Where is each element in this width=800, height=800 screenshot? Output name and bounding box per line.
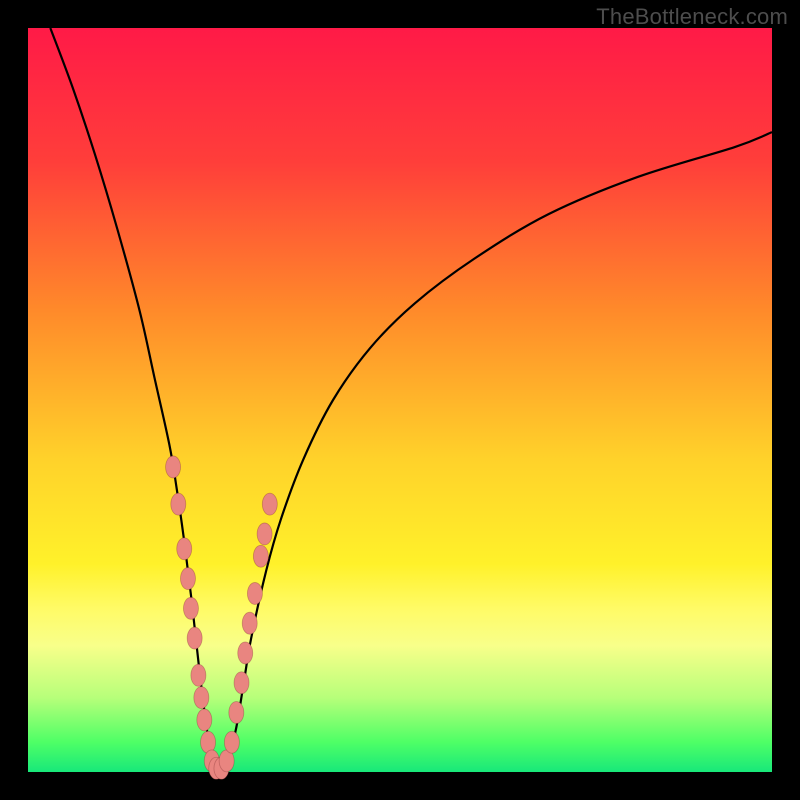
curve-marker bbox=[194, 687, 209, 709]
curve-marker bbox=[234, 672, 249, 694]
curve-marker bbox=[257, 523, 272, 545]
curve-marker bbox=[197, 709, 212, 731]
marker-group bbox=[166, 456, 278, 779]
curve-marker bbox=[242, 612, 257, 634]
curve-marker bbox=[166, 456, 181, 478]
curve-marker bbox=[253, 545, 268, 567]
watermark-text: TheBottleneck.com bbox=[596, 4, 788, 30]
curve-marker bbox=[224, 731, 239, 753]
curve-layer bbox=[28, 28, 772, 772]
curve-marker bbox=[238, 642, 253, 664]
curve-marker bbox=[187, 627, 202, 649]
curve-marker bbox=[177, 538, 192, 560]
curve-marker bbox=[183, 597, 198, 619]
curve-marker bbox=[180, 568, 195, 590]
bottleneck-curve bbox=[50, 28, 772, 776]
plot-area bbox=[28, 28, 772, 772]
curve-marker bbox=[191, 664, 206, 686]
curve-marker bbox=[229, 701, 244, 723]
curve-marker bbox=[262, 493, 277, 515]
chart-frame: TheBottleneck.com bbox=[0, 0, 800, 800]
curve-marker bbox=[247, 582, 262, 604]
curve-marker bbox=[171, 493, 186, 515]
